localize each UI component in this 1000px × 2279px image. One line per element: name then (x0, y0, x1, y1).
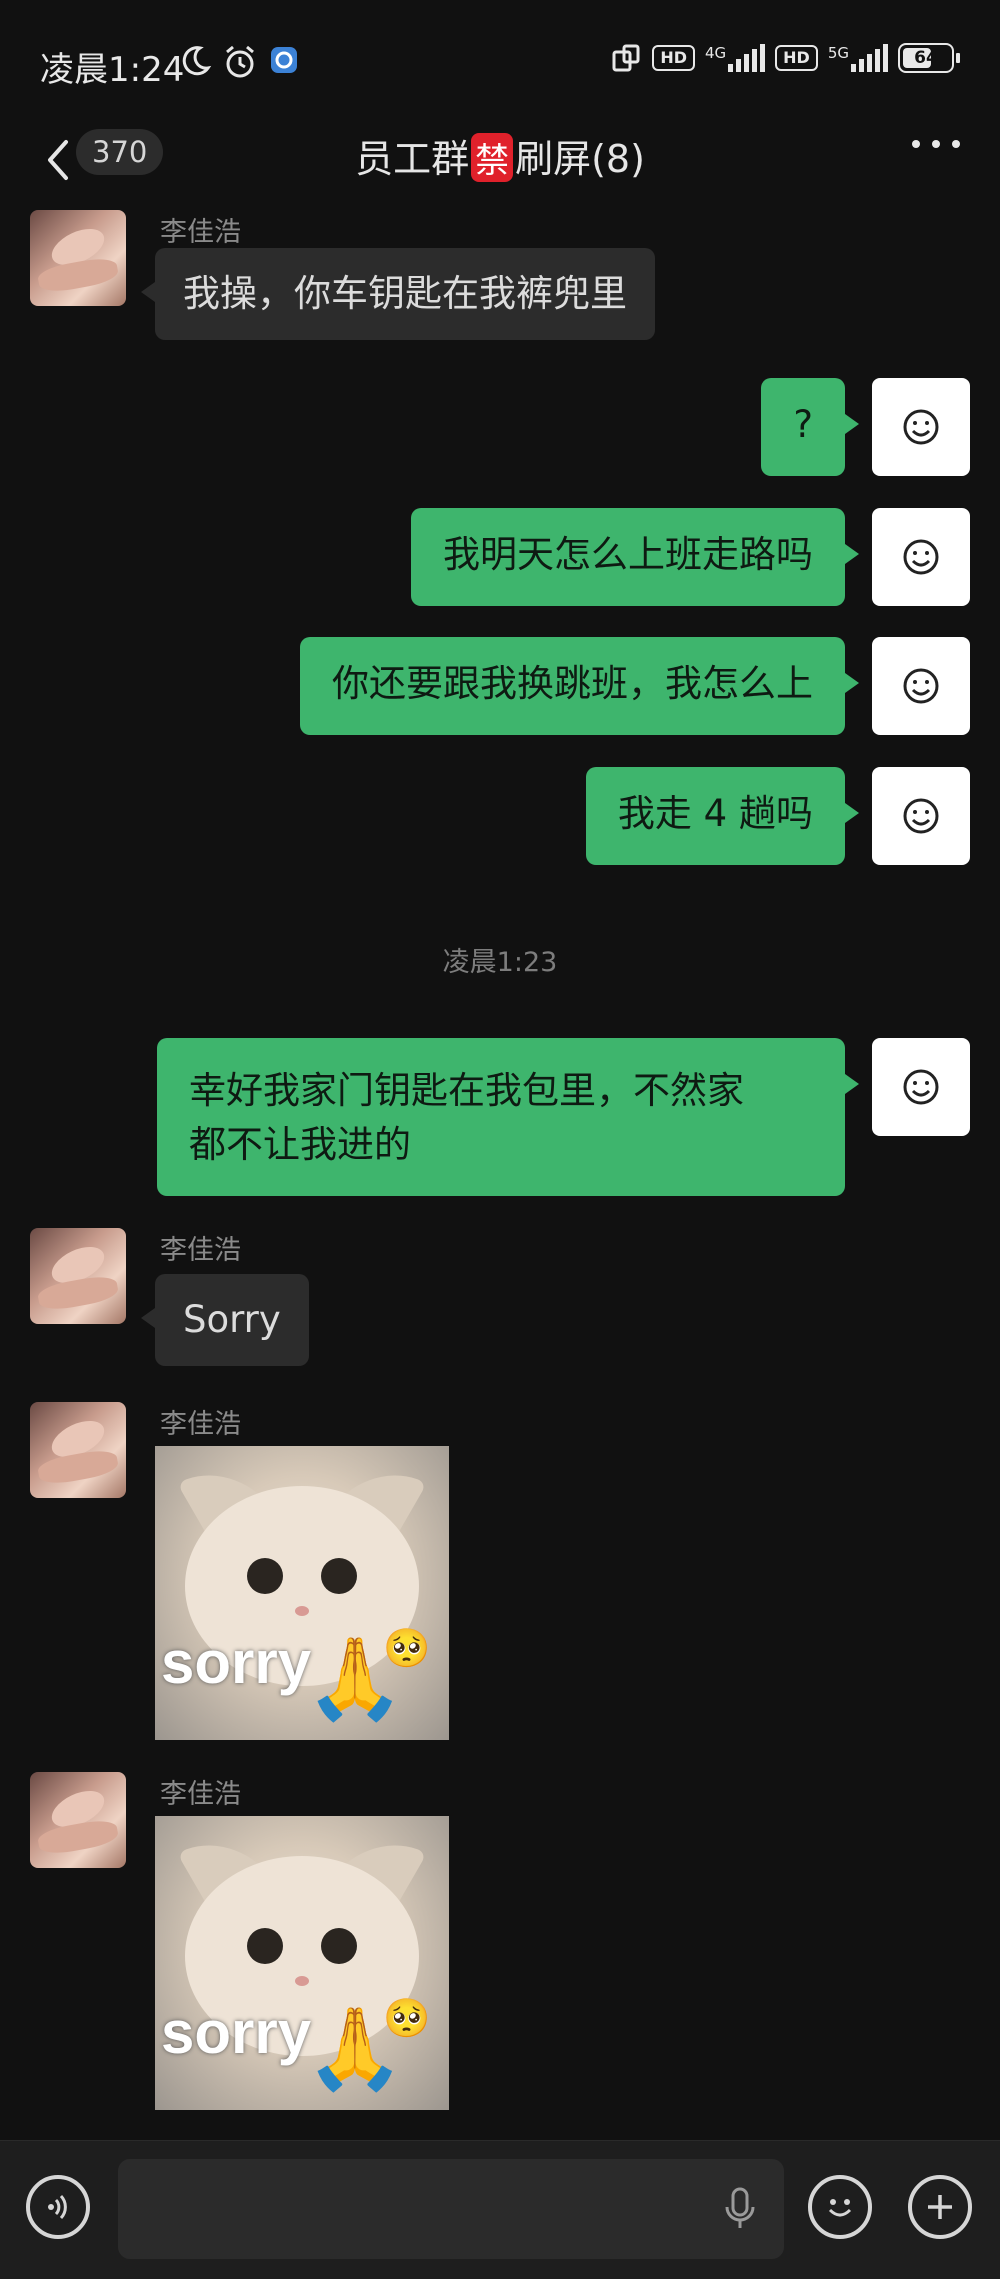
my-avatar[interactable] (872, 508, 970, 606)
emoji-button[interactable] (808, 2175, 872, 2239)
my-avatar[interactable] (872, 1038, 970, 1136)
voice-toggle-button[interactable] (26, 2175, 90, 2239)
network-type-2: 5G (827, 44, 849, 62)
chat-header: 370 员工群禁刷屏(8) (0, 120, 1000, 210)
incoming-message[interactable]: Sorry (141, 1274, 309, 1366)
microphone-icon[interactable] (720, 2185, 760, 2233)
smiley-avatar-icon (903, 668, 939, 704)
input-bar (0, 2140, 1000, 2279)
avatar[interactable] (30, 1402, 126, 1498)
cat-sorry-sticker[interactable]: sorry 🙏 🥺 (155, 1446, 449, 1740)
message-input[interactable] (118, 2159, 784, 2259)
no-entry-emoji: 禁 (471, 133, 514, 182)
chat-title-suffix: 刷屏(8) (515, 137, 645, 181)
smiley-icon (828, 2199, 852, 2217)
sticker-caption: sorry (161, 1629, 312, 1696)
sender-name: 李佳浩 (160, 217, 241, 248)
avatar[interactable] (30, 1772, 126, 1868)
chat-title-prefix: 员工群 (355, 137, 470, 181)
sender-name: 李佳浩 (160, 1779, 241, 1810)
chat-title: 员工群禁刷屏(8) (0, 128, 1000, 183)
signal-bars-1-icon (728, 44, 766, 72)
message-line: 都不让我进的 (189, 1123, 411, 1166)
message-timestamp: 凌晨1:23 (442, 947, 558, 978)
outgoing-message[interactable]: ? (761, 378, 859, 476)
smiley-avatar-icon (903, 1069, 939, 1105)
sender-name: 李佳浩 (160, 1235, 241, 1266)
avatar[interactable] (30, 1228, 126, 1324)
smiley-avatar-icon (903, 798, 939, 834)
my-avatar[interactable] (872, 767, 970, 865)
status-left-icons (178, 44, 300, 80)
message-list[interactable]: 李佳浩 我操，你车钥匙在我裤兜里 ? 我明天怎么上班走路吗 你还要跟我换跳班，我… (0, 210, 1000, 2140)
rotate-lock-icon (612, 44, 640, 72)
outgoing-message[interactable]: 幸好我家门钥匙在我包里，不然家 都不让我进的 (157, 1038, 859, 1196)
app-notification-icon (271, 47, 297, 73)
message-line: 幸好我家门钥匙在我包里，不然家 (189, 1069, 744, 1112)
battery-icon: 64 (898, 43, 960, 73)
voice-wave-icon (48, 2194, 67, 2220)
hd-badge-1: HD (652, 45, 695, 71)
more-options-icon[interactable] (912, 140, 960, 148)
pleading-face-icon: 🥺 (383, 1996, 431, 2040)
my-avatar[interactable] (872, 637, 970, 735)
sticker-caption: sorry (161, 1999, 312, 2066)
outgoing-message[interactable]: 你还要跟我换跳班，我怎么上 (300, 637, 859, 735)
status-time: 凌晨1:24 (40, 50, 185, 90)
avatar[interactable] (30, 210, 126, 306)
status-right-icons: HD 4G HD 5G 64 (610, 42, 960, 74)
battery-level: 64 (914, 48, 938, 68)
status-bar: 凌晨1:24 HD 4G HD 5G 64 (0, 0, 1000, 120)
network-type-1: 4G (704, 44, 727, 62)
add-more-button[interactable] (908, 2175, 972, 2239)
hd-badge-2: HD (775, 45, 818, 71)
alarm-icon (226, 45, 254, 78)
my-avatar[interactable] (872, 378, 970, 476)
outgoing-message[interactable]: 我走 4 趟吗 (585, 767, 860, 865)
plus-icon (928, 2195, 952, 2219)
signal-bars-2-icon (851, 44, 888, 72)
cat-sorry-sticker[interactable]: sorry 🙏 🥺 (155, 1816, 449, 2110)
smiley-avatar-icon (903, 409, 939, 445)
pleading-face-icon: 🥺 (383, 1626, 431, 1670)
outgoing-message[interactable]: 我明天怎么上班走路吗 (411, 508, 859, 606)
sender-name: 李佳浩 (160, 1409, 241, 1440)
smiley-avatar-icon (903, 539, 939, 575)
moon-icon (182, 46, 212, 76)
incoming-message[interactable]: 我操，你车钥匙在我裤兜里 (141, 248, 655, 340)
